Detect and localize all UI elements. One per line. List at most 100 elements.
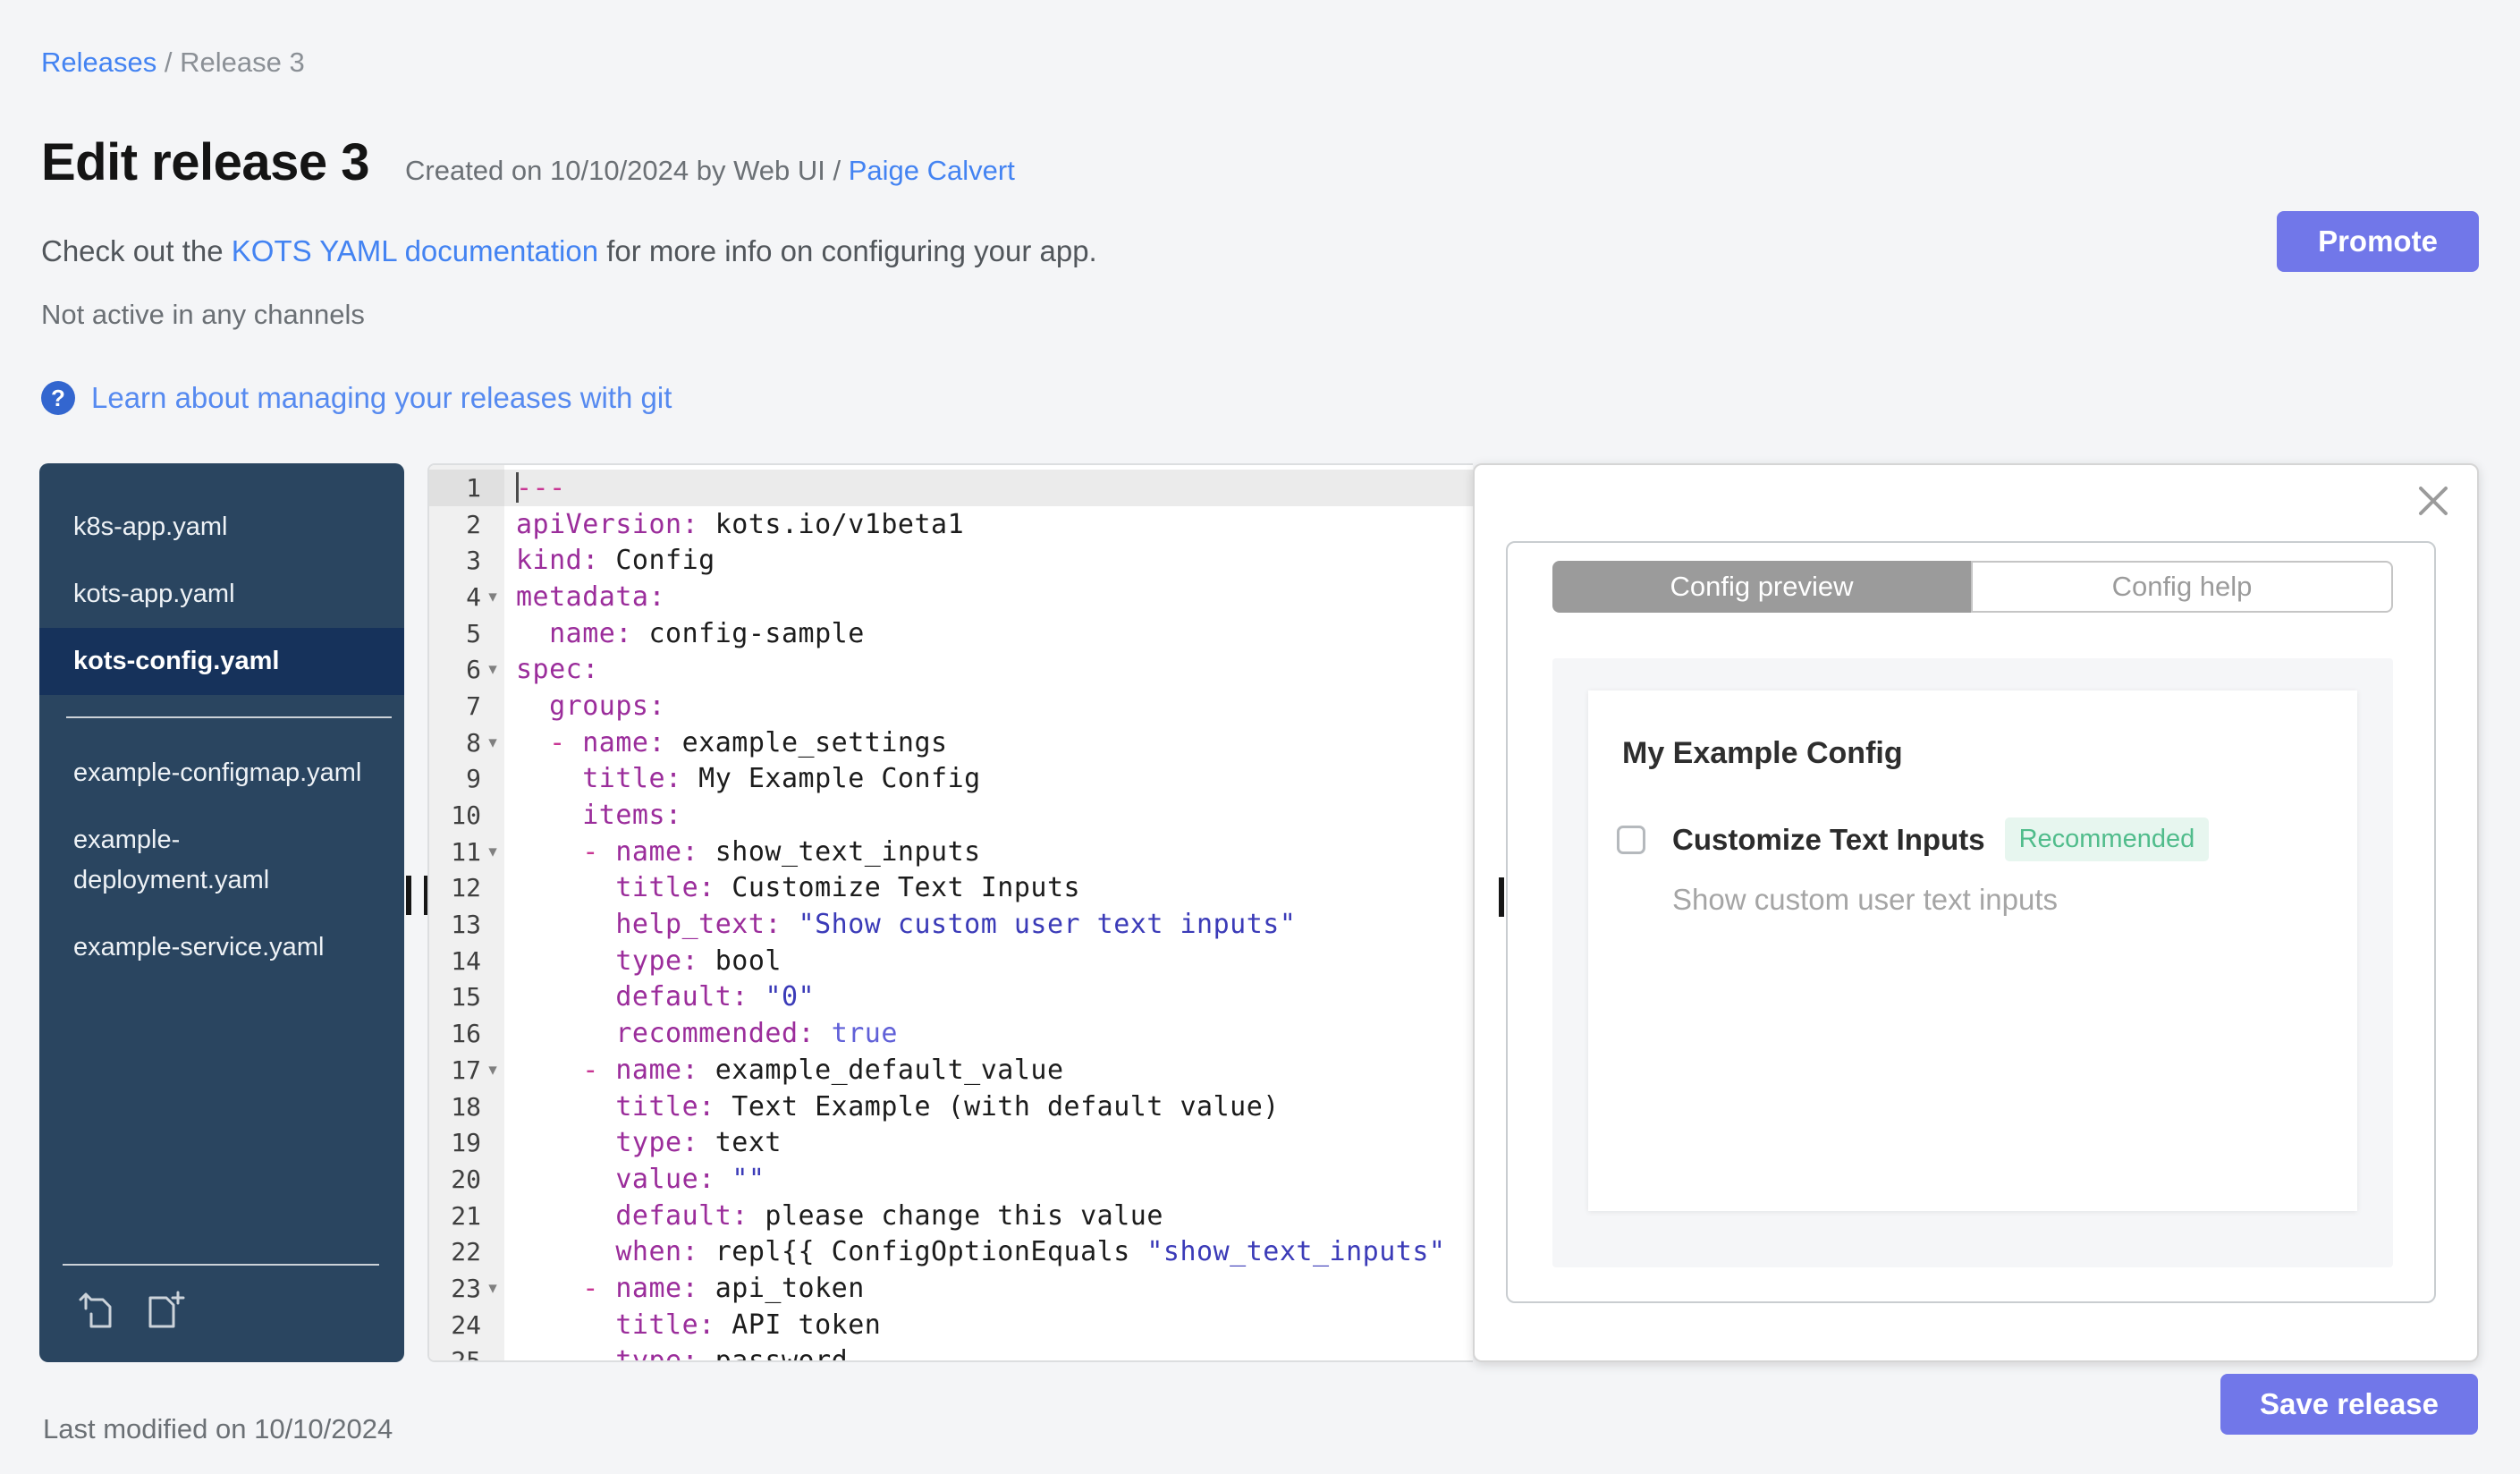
config-tabs: Config preview Config help <box>1552 561 2393 613</box>
close-icon[interactable] <box>2415 483 2451 519</box>
fold-arrow-icon[interactable]: ▾ <box>481 1278 504 1299</box>
file-sidebar: k8s-app.yaml kots-app.yaml kots-config.yam… <box>39 463 404 1362</box>
code-line-2[interactable]: 2 apiVersion: kots.io/v1beta1 <box>429 506 1473 543</box>
code-line-18[interactable]: 18 title: Text Example (with default val… <box>429 1089 1473 1125</box>
config-item-help: Show custom user text inputs <box>1672 883 2059 916</box>
code-line-23[interactable]: 23 ▾ - name: api_token <box>429 1270 1473 1307</box>
code-line-7[interactable]: 7 groups: <box>429 688 1473 724</box>
code-line-17[interactable]: 17 ▾ - name: example_default_value <box>429 1052 1473 1089</box>
line-number: 9 <box>466 764 481 794</box>
code-line-13[interactable]: 13 help_text: "Show custom user text inp… <box>429 906 1473 943</box>
line-number: 1 <box>429 470 504 506</box>
line-number: 13 <box>451 910 481 940</box>
sidebar-item-example-service.yaml[interactable]: example-service.yaml <box>39 914 404 981</box>
edit-release-page: Releases / Release 3 Edit release 3 Crea… <box>0 0 2520 1474</box>
line-number: 4 ▾ <box>429 579 504 615</box>
config-preview-area: My Example Config Customize Text Inputs … <box>1552 658 2393 1267</box>
sidebar-item-kots-app.yaml[interactable]: kots-app.yaml <box>39 561 404 628</box>
sidebar-resize-handle[interactable] <box>406 876 429 915</box>
config-item-row: Customize Text Inputs Recommended <box>1617 817 2323 861</box>
fold-arrow-icon[interactable]: ▾ <box>481 659 504 680</box>
yaml-editor[interactable]: 1 --- 2 apiVersion: kots.io/v1beta1 3 kind: C… <box>427 463 1473 1362</box>
sidebar-item-kots-config.yaml[interactable]: kots-config.yaml <box>39 628 404 695</box>
line-number: 14 <box>451 945 481 976</box>
line-number: 2 <box>466 509 481 539</box>
kots-yaml-docs-link[interactable]: KOTS YAML documentation <box>232 234 598 267</box>
code-line-4[interactable]: 4 ▾ metadata: <box>429 579 1473 615</box>
line-number: 24 <box>451 1309 481 1340</box>
line-number: 17 ▾ <box>429 1052 504 1089</box>
workspace: k8s-app.yaml kots-app.yaml kots-config.yam… <box>39 463 2479 1362</box>
new-file-icon[interactable] <box>143 1289 186 1332</box>
code-line-9[interactable]: 9 title: My Example Config <box>429 761 1473 798</box>
line-number: 5 <box>466 618 481 648</box>
line-number: 6 ▾ <box>429 651 504 688</box>
upload-file-icon[interactable] <box>77 1289 120 1332</box>
created-info: Created on 10/10/2024 by Web UI / Paige … <box>405 155 1015 187</box>
fold-arrow-icon[interactable]: ▾ <box>481 733 504 753</box>
line-number: 22 <box>451 1237 481 1267</box>
line-number: 15 <box>451 982 481 1012</box>
line-number: 20 <box>451 1164 481 1194</box>
code-line-8[interactable]: 8 ▾ - name: example_settings <box>429 724 1473 761</box>
page-title: Edit release 3 <box>41 133 370 191</box>
config-preview-panel: Config preview Config help My Example Con… <box>1473 463 2479 1362</box>
code-line-11[interactable]: 11 ▾ - name: show_text_inputs <box>429 834 1473 870</box>
config-item-label: Customize Text Inputs <box>1672 822 1985 856</box>
code-line-5[interactable]: 5 name: config-sample <box>429 615 1473 652</box>
customize-text-inputs-checkbox[interactable] <box>1617 825 1645 854</box>
line-number: 25 <box>451 1346 481 1362</box>
created-author-link[interactable]: Paige Calvert <box>849 155 1015 186</box>
config-preview-card: Config preview Config help My Example Con… <box>1506 541 2436 1303</box>
channel-status: Not active in any channels <box>41 299 365 330</box>
sidebar-divider <box>66 716 392 718</box>
code-line-10[interactable]: 10 items: <box>429 797 1473 834</box>
tab-config-help[interactable]: Config help <box>1971 561 2393 613</box>
code-line-6[interactable]: 6 ▾ spec: <box>429 651 1473 688</box>
code-line-21[interactable]: 21 default: please change this value <box>429 1198 1473 1234</box>
line-number: 16 <box>451 1019 481 1049</box>
code-line-1[interactable]: 1 --- <box>429 470 1473 506</box>
config-form: My Example Config Customize Text Inputs … <box>1588 690 2357 1211</box>
code-line-14[interactable]: 14 type: bool <box>429 943 1473 979</box>
code-line-19[interactable]: 19 type: text <box>429 1124 1473 1161</box>
sidebar-footer <box>39 1264 404 1362</box>
sidebar-item-k8s-app.yaml[interactable]: k8s-app.yaml <box>39 494 404 561</box>
line-number: 12 <box>451 873 481 903</box>
line-number: 3 <box>466 546 481 576</box>
line-number: 11 ▾ <box>429 834 504 870</box>
sidebar-icon-row <box>39 1289 404 1332</box>
breadcrumb: Releases / Release 3 <box>41 47 305 79</box>
code-line-25[interactable]: 25 type: password <box>429 1343 1473 1362</box>
question-mark-icon: ? <box>41 381 75 415</box>
git-help-row: ? Learn about managing your releases wit… <box>41 381 672 415</box>
docs-text-after: for more info on configuring your app. <box>598 234 1097 267</box>
promote-button[interactable]: Promote <box>2277 211 2479 272</box>
git-releases-link[interactable]: Learn about managing your releases with … <box>91 381 672 415</box>
tab-config-preview[interactable]: Config preview <box>1552 561 1971 613</box>
save-release-button[interactable]: Save release <box>2220 1374 2478 1435</box>
code-line-16[interactable]: 16 recommended: true <box>429 1015 1473 1052</box>
code-line-12[interactable]: 12 title: Customize Text Inputs <box>429 870 1473 907</box>
code-line-22[interactable]: 22 when: repl{{ ConfigOptionEquals "show… <box>429 1233 1473 1270</box>
line-number: 18 <box>451 1091 481 1122</box>
code-line-20[interactable]: 20 value: "" <box>429 1161 1473 1198</box>
fold-arrow-icon[interactable]: ▾ <box>481 587 504 607</box>
line-number: 7 <box>466 690 481 721</box>
fold-arrow-icon[interactable]: ▾ <box>481 842 504 862</box>
docs-text-before: Check out the <box>41 234 232 267</box>
sidebar-item-example-configmap.yaml[interactable]: example-configmap.yaml <box>39 740 404 807</box>
breadcrumb-separator: / <box>156 47 181 78</box>
breadcrumb-current: Release 3 <box>180 47 305 78</box>
title-row: Edit release 3 Created on 10/10/2024 by … <box>41 132 1015 192</box>
code-line-15[interactable]: 15 default: "0" <box>429 979 1473 1016</box>
code-line-24[interactable]: 24 title: API token <box>429 1307 1473 1343</box>
created-text: Created on 10/10/2024 by Web UI / <box>405 155 849 186</box>
fold-arrow-icon[interactable]: ▾ <box>481 1060 504 1080</box>
code-line-3[interactable]: 3 kind: Config <box>429 542 1473 579</box>
sidebar-item-example-deployment.yaml[interactable]: example-deployment.yaml <box>39 807 404 914</box>
last-modified-text: Last modified on 10/10/2024 <box>43 1413 393 1444</box>
line-number: 10 <box>451 801 481 831</box>
line-number: 23 ▾ <box>429 1270 504 1307</box>
breadcrumb-releases-link[interactable]: Releases <box>41 47 156 78</box>
